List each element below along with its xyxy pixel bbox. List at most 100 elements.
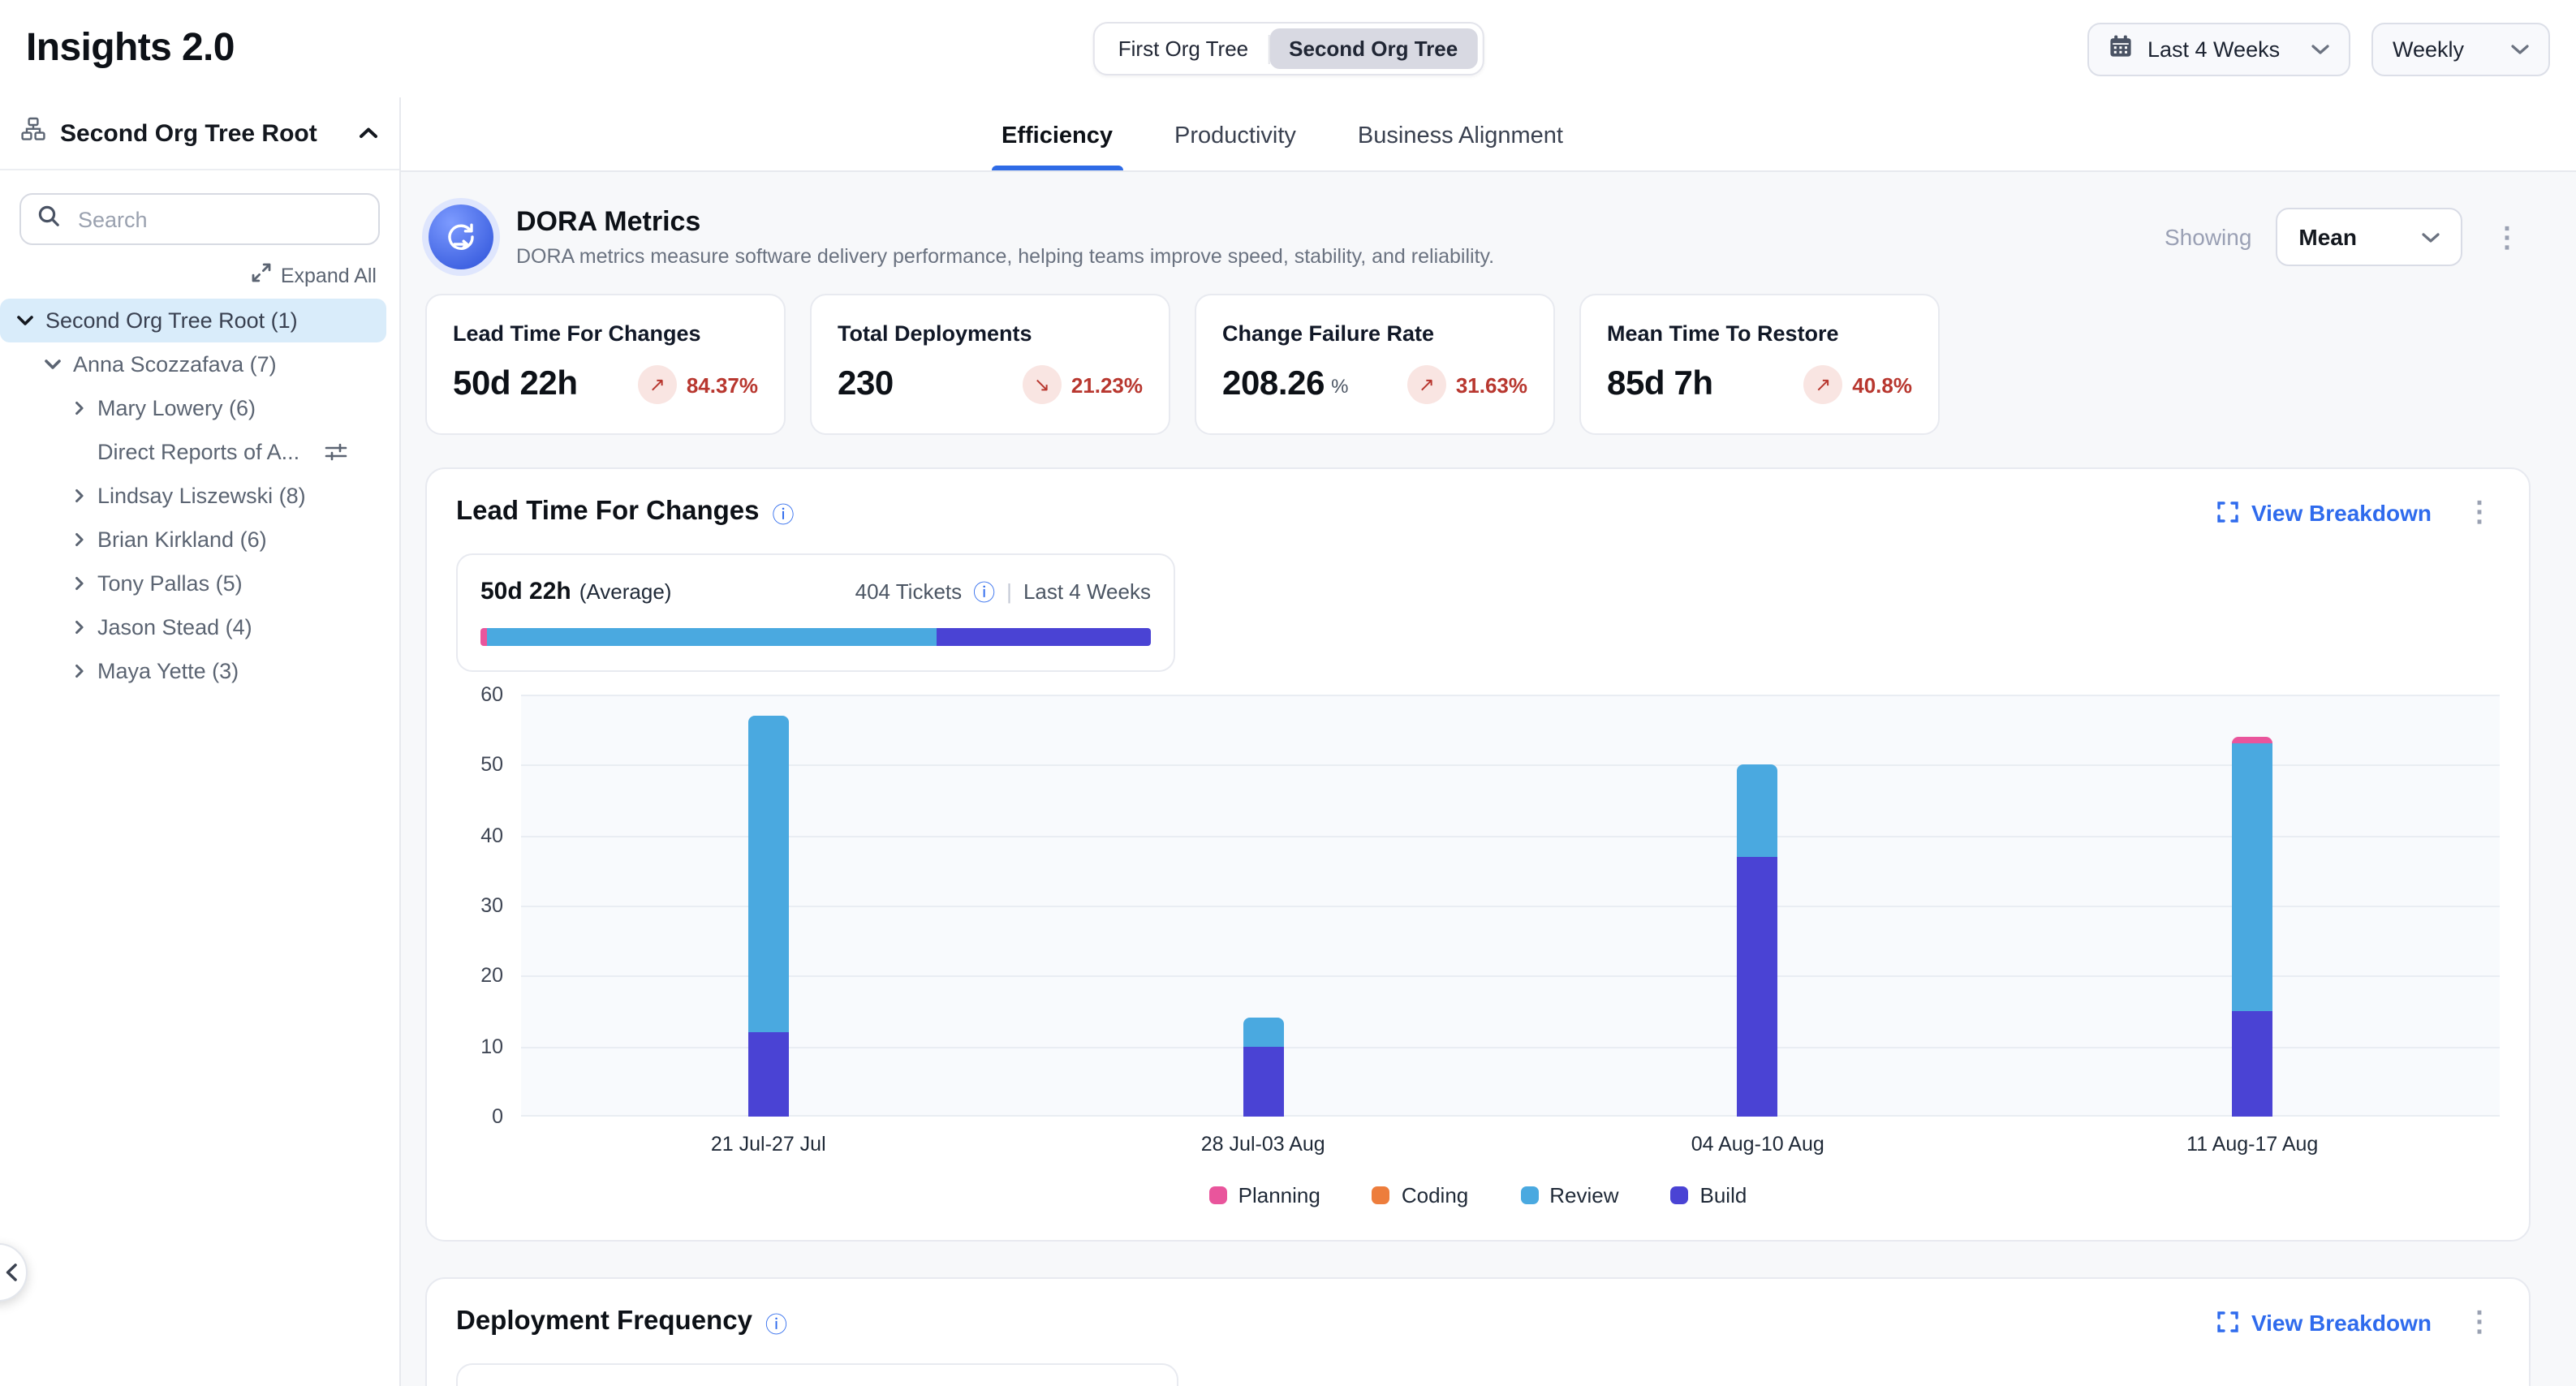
bar-segment-build: [748, 1032, 789, 1117]
stacked-bar-11-aug-17-aug[interactable]: [2232, 737, 2272, 1117]
tab-business-alignment[interactable]: Business Alignment: [1355, 105, 1566, 170]
bar-segment-review: [1243, 1018, 1283, 1047]
bar-column: [521, 695, 1016, 1117]
lead-time-chart: 6050403020100 21 Jul-27 Jul28 Jul-03 Aug…: [456, 695, 2500, 1207]
metric-card-title: Mean Time To Restore: [1607, 321, 1912, 346]
metric-value: 230: [838, 365, 894, 404]
metric-card: Mean Time To Restore 85d 7h ↗ 40.8%: [1579, 294, 1940, 435]
legend-swatch: [1671, 1186, 1689, 1204]
phase-segment-build: [937, 628, 1151, 646]
dora-header: DORA Metrics DORA metrics measure softwa…: [429, 204, 2527, 269]
kebab-menu-icon[interactable]: ⋮: [2459, 1305, 2500, 1339]
tree-item-label: Mary Lowery (6): [97, 396, 256, 420]
main-content: DORA Metrics DORA metrics measure softwa…: [401, 172, 2576, 1386]
summary-value: 50d 22h: [480, 577, 571, 605]
stacked-bar-04-aug-10-aug[interactable]: [1738, 765, 1778, 1117]
metric-card-title: Total Deployments: [838, 321, 1143, 346]
app-title: Insights 2.0: [26, 26, 235, 71]
tab-efficiency[interactable]: Efficiency: [998, 105, 1116, 170]
bar-segment-build: [1738, 856, 1778, 1117]
chevron-up-icon[interactable]: [359, 118, 378, 148]
lead-time-panel-header: Lead Time For Changes ⓘ View Breakdown ⋮: [456, 495, 2500, 529]
bar-segment-build: [2232, 1011, 2272, 1117]
tree-item-label: Maya Yette (3): [97, 659, 239, 683]
bar-column: [2005, 695, 2501, 1117]
trend-arrow-up-icon: ↗: [1407, 365, 1446, 404]
view-breakdown-link[interactable]: View Breakdown: [2217, 1309, 2432, 1335]
chevron-down-icon[interactable]: [44, 355, 62, 373]
legend-item-build[interactable]: Build: [1671, 1183, 1747, 1207]
summary-qualifier: (Average): [579, 579, 672, 603]
top-right-controls: Last 4 Weeks Weekly: [2087, 22, 2550, 75]
info-icon[interactable]: ⓘ: [773, 496, 795, 528]
legend-label: Review: [1549, 1183, 1618, 1207]
x-tick-label: 21 Jul-27 Jul: [521, 1133, 1016, 1156]
stacked-bar-21-jul-27-jul[interactable]: [748, 716, 789, 1117]
legend-item-planning[interactable]: Planning: [1209, 1183, 1320, 1207]
deployment-summary-card: [456, 1363, 1178, 1386]
info-icon[interactable]: ⓘ: [765, 1306, 787, 1338]
plot-area: [521, 695, 2500, 1117]
tickets-count: 404 Tickets: [855, 579, 963, 603]
org-tree-toggle: First Org Tree Second Org Tree: [1092, 22, 1484, 75]
tree-item[interactable]: Direct Reports of A...: [0, 430, 386, 474]
date-range-select[interactable]: Last 4 Weeks: [2087, 22, 2350, 75]
dora-texts: DORA Metrics DORA metrics measure softwa…: [516, 206, 1494, 268]
trend-percent: 40.8%: [1852, 372, 1912, 397]
search-input[interactable]: [75, 205, 362, 233]
x-tick-label: 28 Jul-03 Aug: [1016, 1133, 1511, 1156]
chevron-down-icon: [2511, 43, 2529, 54]
chart-area: 6050403020100: [456, 695, 2500, 1117]
tree-item[interactable]: Maya Yette (3): [0, 649, 386, 693]
tree-item-label: Tony Pallas (5): [97, 571, 243, 596]
org-tree: Second Org Tree Root (1) Anna Scozzafava …: [0, 299, 399, 693]
app-window: Insights 2.0 First Org Tree Second Org T…: [0, 0, 2576, 1386]
top-bar: Insights 2.0 First Org Tree Second Org T…: [0, 0, 2576, 97]
tab-productivity[interactable]: Productivity: [1171, 105, 1299, 170]
chevron-right-icon[interactable]: [71, 532, 86, 547]
chevron-down-icon[interactable]: [16, 312, 34, 329]
expand-all-button[interactable]: Expand All: [23, 263, 377, 287]
chevron-right-icon[interactable]: [71, 489, 86, 503]
dora-description: DORA metrics measure software delivery p…: [516, 245, 1494, 268]
chevron-right-icon[interactable]: [71, 620, 86, 635]
calendar-icon: [2109, 34, 2133, 63]
legend-item-review[interactable]: Review: [1520, 1183, 1618, 1207]
tree-item[interactable]: Second Org Tree Root (1): [0, 299, 386, 342]
metric-value-row: 208.26 % ↗ 31.63%: [1222, 365, 1527, 404]
info-icon[interactable]: ⓘ: [973, 575, 995, 607]
sidebar-collapse-handle[interactable]: [0, 1243, 28, 1302]
metric-value: 50d 22h: [453, 365, 578, 404]
org-tree-toggle-first[interactable]: First Org Tree: [1099, 28, 1268, 69]
stacked-bar-28-jul-03-aug[interactable]: [1243, 1018, 1283, 1117]
tree-item[interactable]: Brian Kirkland (6): [0, 518, 386, 562]
sidebar-header: Second Org Tree Root: [0, 97, 399, 170]
tree-item[interactable]: Lindsay Liszewski (8): [0, 474, 386, 518]
view-breakdown-link[interactable]: View Breakdown: [2217, 499, 2432, 525]
tree-item[interactable]: Mary Lowery (6): [0, 386, 386, 430]
chevron-right-icon[interactable]: [71, 401, 86, 415]
kebab-menu-icon[interactable]: ⋮: [2459, 495, 2500, 529]
expand-corners-icon: [2217, 1311, 2238, 1332]
metric-trend: ↗ 84.37%: [638, 365, 758, 404]
dora-controls: Showing Mean ⋮: [2165, 208, 2527, 266]
legend-swatch: [1520, 1186, 1538, 1204]
aggregation-value: Mean: [2298, 224, 2357, 250]
filter-sliders-icon[interactable]: [324, 441, 347, 463]
chevron-right-icon[interactable]: [71, 576, 86, 591]
tree-item[interactable]: Tony Pallas (5): [0, 562, 386, 605]
metric-value-row: 230 ↘ 21.23%: [838, 365, 1143, 404]
kebab-menu-icon[interactable]: ⋮: [2487, 220, 2527, 254]
aggregation-select[interactable]: Mean: [2276, 208, 2462, 266]
tree-item-label: Anna Scozzafava (7): [73, 352, 277, 377]
metric-trend: ↗ 40.8%: [1803, 365, 1912, 404]
org-tree-toggle-second[interactable]: Second Org Tree: [1269, 28, 1477, 69]
trend-percent: 84.37%: [687, 372, 758, 397]
chevron-right-icon[interactable]: [71, 664, 86, 678]
chevron-down-icon: [2422, 231, 2440, 243]
granularity-select[interactable]: Weekly: [2371, 22, 2550, 75]
tree-item[interactable]: Jason Stead (4): [0, 605, 386, 649]
tree-item[interactable]: Anna Scozzafava (7): [0, 342, 386, 386]
dora-metric-cards: Lead Time For Changes 50d 22h ↗ 84.37% T…: [425, 294, 2531, 435]
legend-item-coding[interactable]: Coding: [1372, 1183, 1468, 1207]
